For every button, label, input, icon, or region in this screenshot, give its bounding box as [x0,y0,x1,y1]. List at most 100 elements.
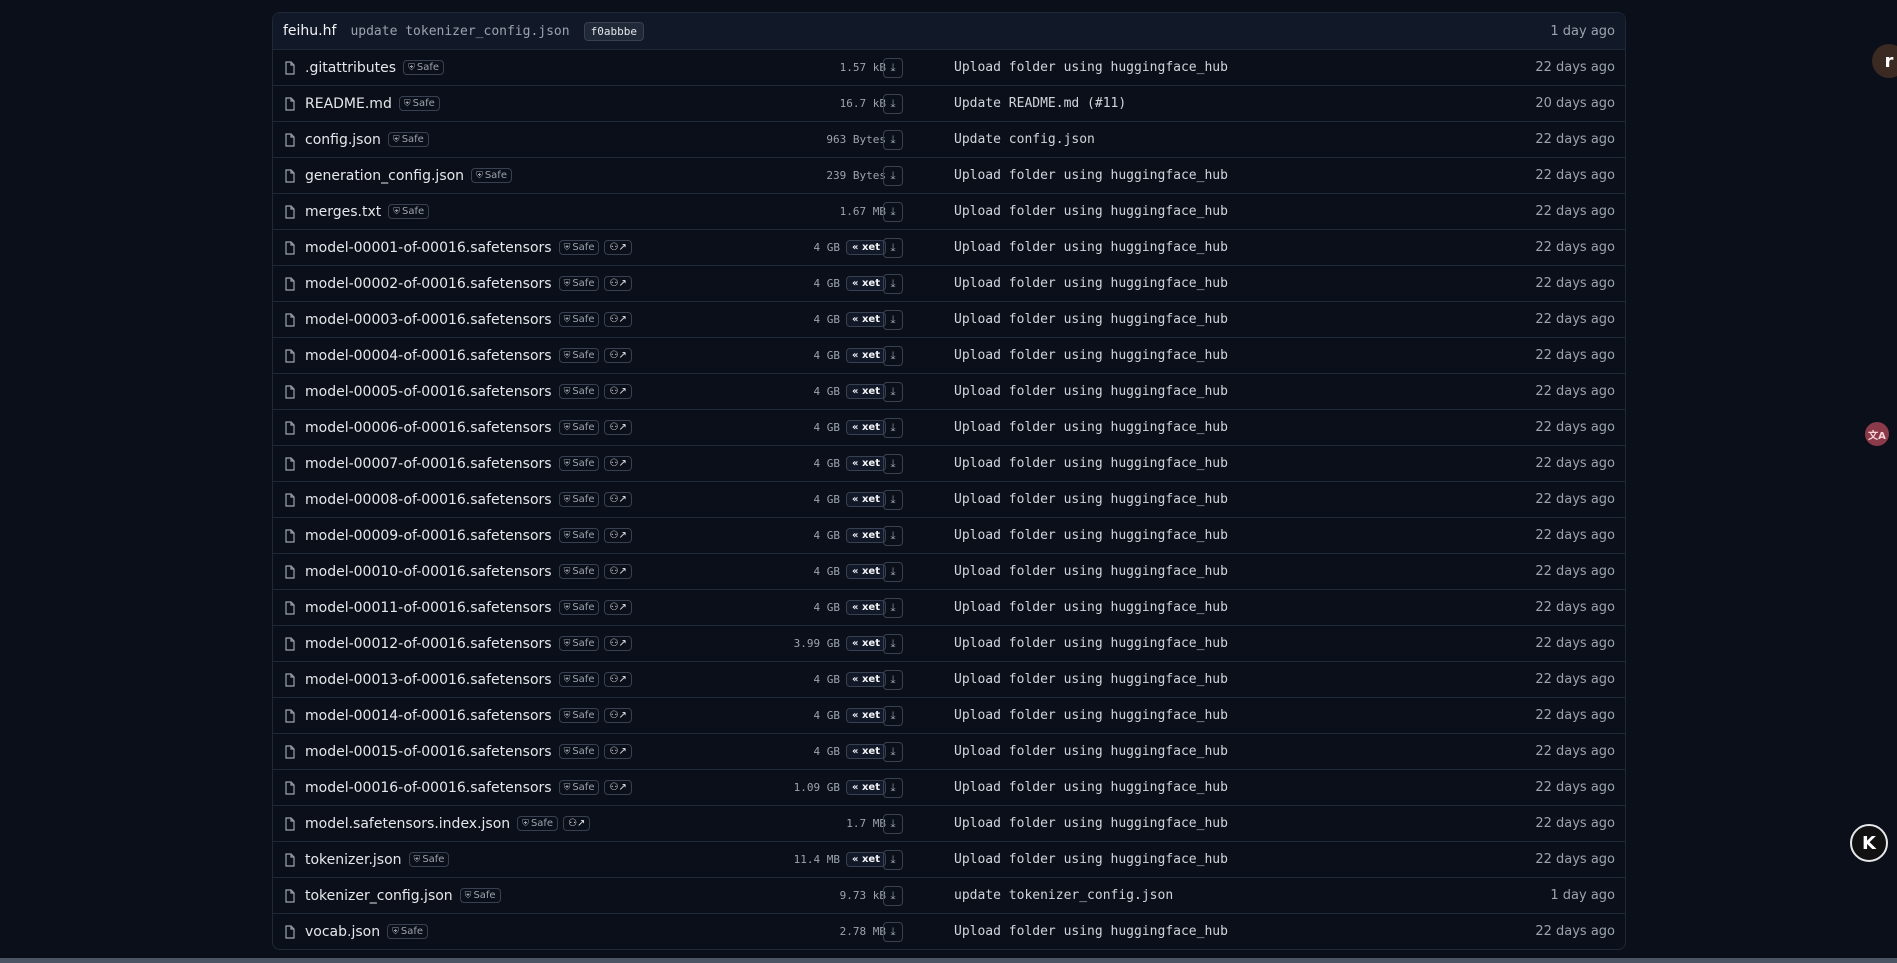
commit-message-link[interactable]: Upload folder using huggingface_hub [954,168,1228,183]
xet-badge[interactable]: « xet [846,780,886,795]
lfs-pointer-icon[interactable]: ⚇↗ [604,456,632,471]
xet-badge[interactable]: « xet [846,420,886,435]
file-row[interactable]: model-00004-of-00016.safetensors ⛨ Safe ⚇↗ 4… [273,338,1625,374]
file-name-link[interactable]: model-00003-of-00016.safetensors [305,312,552,328]
safe-badge[interactable]: ⛨ Safe [558,528,600,543]
safe-badge[interactable]: ⛨ Safe [408,852,450,867]
safe-badge[interactable]: ⛨ Safe [517,816,559,831]
translate-icon[interactable]: 文A [1865,422,1889,446]
commit-message-link[interactable]: Upload folder using huggingface_hub [954,564,1228,579]
download-icon[interactable]: ⤓ [883,849,903,870]
xet-badge[interactable]: « xet [846,708,886,723]
download-icon[interactable]: ⤓ [883,57,903,78]
download-icon[interactable]: ⤓ [883,489,903,510]
lfs-pointer-icon[interactable]: ⚇↗ [604,528,632,543]
xet-badge[interactable]: « xet [846,852,886,867]
commit-message-link[interactable]: Upload folder using huggingface_hub [954,528,1228,543]
file-name-link[interactable]: vocab.json [305,924,380,940]
lfs-pointer-icon[interactable]: ⚇↗ [604,708,632,723]
file-row[interactable]: model-00003-of-00016.safetensors ⛨ Safe ⚇↗ 4… [273,302,1625,338]
profile-floating-button[interactable]: r [1872,44,1897,78]
commit-message-link[interactable]: Upload folder using huggingface_hub [954,384,1228,399]
file-row[interactable]: .gitattributes ⛨ Safe 1.57 kB ⤓ Upload folder… [273,50,1625,86]
safe-badge[interactable]: ⛨ Safe [558,240,600,255]
file-name-link[interactable]: tokenizer.json [305,852,402,868]
file-row[interactable]: model-00001-of-00016.safetensors ⛨ Safe ⚇↗ 4… [273,230,1625,266]
safe-badge[interactable]: ⛨ Safe [558,492,600,507]
commit-hash-badge[interactable]: f0abbbe [583,21,644,41]
safe-badge[interactable]: ⛨ Safe [558,456,600,471]
download-icon[interactable]: ⤓ [883,381,903,402]
commit-message-link[interactable]: Update config.json [954,132,1095,147]
file-row[interactable]: generation_config.json ⛨ Safe 239 Bytes ⤓ Upl… [273,158,1625,194]
file-name-link[interactable]: merges.txt [305,204,381,220]
lfs-pointer-icon[interactable]: ⚇↗ [604,636,632,651]
xet-badge[interactable]: « xet [846,600,886,615]
safe-badge[interactable]: ⛨ Safe [388,204,430,219]
download-icon[interactable]: ⤓ [883,813,903,834]
safe-badge[interactable]: ⛨ Safe [403,60,444,75]
file-name-link[interactable]: .gitattributes [305,60,396,76]
lfs-pointer-icon[interactable]: ⚇↗ [604,672,632,687]
commit-message-link[interactable]: Upload folder using huggingface_hub [954,924,1228,939]
file-row[interactable]: merges.txt ⛨ Safe 1.67 MB ⤓ Upload folder usi… [273,194,1625,230]
xet-badge[interactable]: « xet [846,456,886,471]
commit-message-link[interactable]: update tokenizer_config.json [954,888,1173,903]
xet-badge[interactable]: « xet [846,636,886,651]
commit-message-link[interactable]: Upload folder using huggingface_hub [954,348,1228,363]
safe-badge[interactable]: ⛨ Safe [558,276,600,291]
xet-badge[interactable]: « xet [846,348,886,363]
safe-badge[interactable]: ⛨ Safe [558,744,600,759]
safe-badge[interactable]: ⛨ Safe [387,132,429,147]
file-name-link[interactable]: config.json [305,132,381,148]
file-row[interactable]: model-00015-of-00016.safetensors ⛨ Safe ⚇↗ 4… [273,734,1625,770]
lfs-pointer-icon[interactable]: ⚇↗ [604,564,632,579]
file-row[interactable]: model-00002-of-00016.safetensors ⛨ Safe ⚇↗ 4… [273,266,1625,302]
file-name-link[interactable]: model-00010-of-00016.safetensors [305,564,552,580]
download-icon[interactable]: ⤓ [883,705,903,726]
safe-badge[interactable]: ⛨ Safe [471,168,512,183]
file-name-link[interactable]: model-00016-of-00016.safetensors [305,780,552,796]
download-icon[interactable]: ⤓ [883,417,903,438]
commit-message-link[interactable]: Upload folder using huggingface_hub [954,816,1228,831]
download-icon[interactable]: ⤓ [883,669,903,690]
file-row[interactable]: config.json ⛨ Safe 963 Bytes ⤓ Update config.… [273,122,1625,158]
lfs-pointer-icon[interactable]: ⚇↗ [604,420,632,435]
lfs-pointer-icon[interactable]: ⚇↗ [563,816,591,831]
file-row[interactable]: model-00013-of-00016.safetensors ⛨ Safe ⚇↗ 4… [273,662,1625,698]
download-icon[interactable]: ⤓ [883,885,903,906]
commit-message-link[interactable]: Update README.md (#11) [954,96,1126,111]
safe-badge[interactable]: ⛨ Safe [387,924,429,939]
file-name-link[interactable]: model-00006-of-00016.safetensors [305,420,552,436]
commit-message-link[interactable]: Upload folder using huggingface_hub [954,708,1228,723]
download-icon[interactable]: ⤓ [883,237,903,258]
download-icon[interactable]: ⤓ [883,525,903,546]
commit-message-link[interactable]: Upload folder using huggingface_hub [954,852,1228,867]
lfs-pointer-icon[interactable]: ⚇↗ [604,492,632,507]
download-icon[interactable]: ⤓ [883,597,903,618]
xet-badge[interactable]: « xet [846,384,886,399]
file-name-link[interactable]: model-00009-of-00016.safetensors [305,528,552,544]
commit-message-link[interactable]: Upload folder using huggingface_hub [954,492,1228,507]
file-name-link[interactable]: model-00014-of-00016.safetensors [305,708,552,724]
commit-message-link[interactable]: Upload folder using huggingface_hub [954,456,1228,471]
safe-badge[interactable]: ⛨ Safe [558,312,600,327]
lfs-pointer-icon[interactable]: ⚇↗ [604,240,632,255]
commit-message-link[interactable]: Upload folder using huggingface_hub [954,204,1228,219]
file-name-link[interactable]: README.md [305,96,392,112]
safe-badge[interactable]: ⛨ Safe [558,600,600,615]
file-name-link[interactable]: generation_config.json [305,168,464,184]
safe-badge[interactable]: ⛨ Safe [558,780,600,795]
file-name-link[interactable]: model-00004-of-00016.safetensors [305,348,552,364]
file-name-link[interactable]: model-00001-of-00016.safetensors [305,240,552,256]
xet-badge[interactable]: « xet [846,564,886,579]
commit-message-link[interactable]: Upload folder using huggingface_hub [954,420,1228,435]
download-icon[interactable]: ⤓ [883,165,903,186]
file-name-link[interactable]: model-00007-of-00016.safetensors [305,456,552,472]
xet-badge[interactable]: « xet [846,528,886,543]
file-row[interactable]: model-00010-of-00016.safetensors ⛨ Safe ⚇↗ 4… [273,554,1625,590]
download-icon[interactable]: ⤓ [883,93,903,114]
download-icon[interactable]: ⤓ [883,273,903,294]
file-row[interactable]: model-00016-of-00016.safetensors ⛨ Safe ⚇↗ 1… [273,770,1625,806]
file-row[interactable]: model-00006-of-00016.safetensors ⛨ Safe ⚇↗ 4… [273,410,1625,446]
